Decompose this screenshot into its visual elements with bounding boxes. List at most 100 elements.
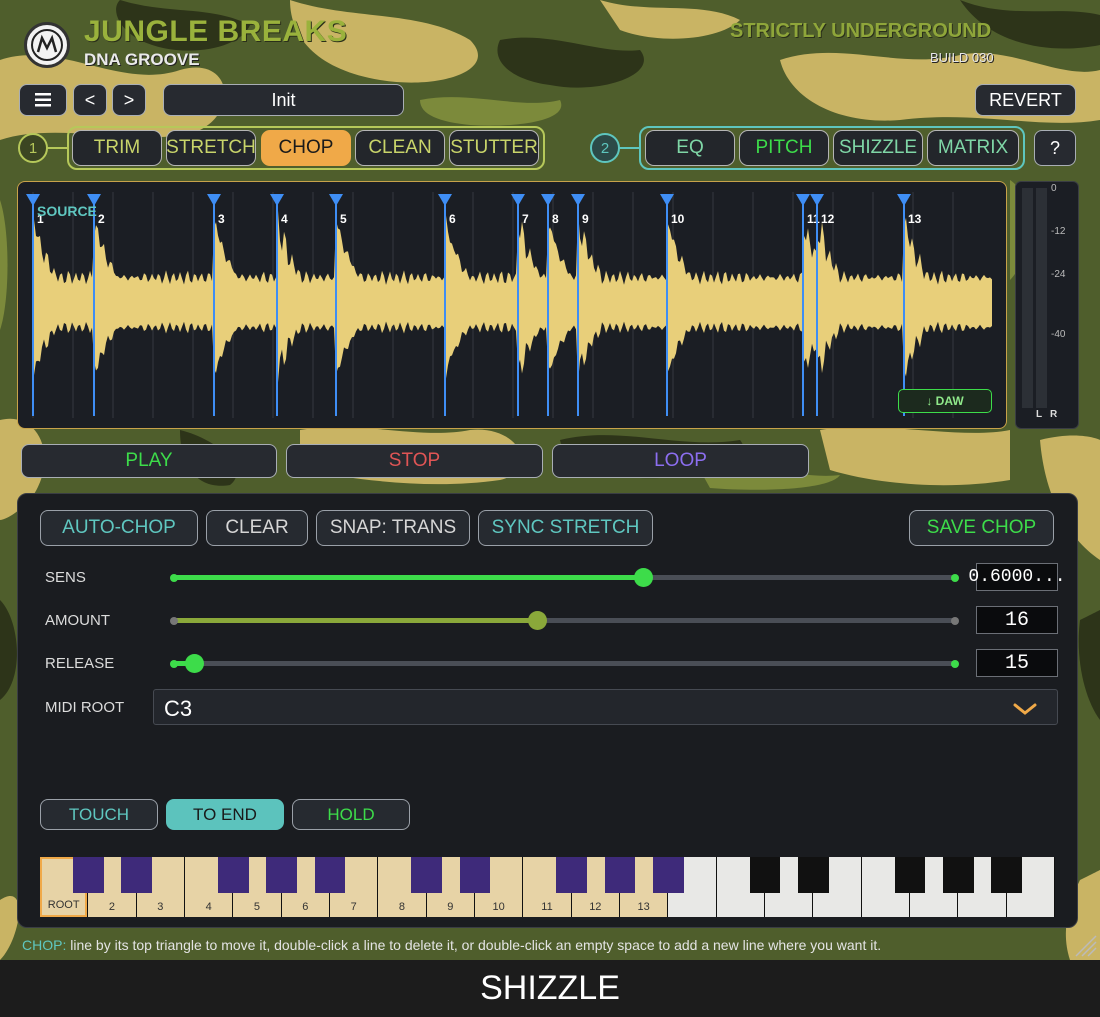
preset-name-field[interactable]: Init bbox=[163, 84, 404, 116]
menu-button[interactable] bbox=[19, 84, 67, 116]
marker-label: 11 bbox=[807, 212, 820, 226]
amount-value[interactable]: 16 bbox=[976, 606, 1058, 634]
mode-hold-button[interactable]: HOLD bbox=[292, 799, 410, 830]
piano-black-key[interactable] bbox=[749, 857, 781, 893]
marker-handle-icon[interactable] bbox=[897, 194, 911, 206]
meter-channel-l: L bbox=[1036, 409, 1043, 420]
tab-shizzle[interactable]: SHIZZLE bbox=[833, 130, 923, 166]
sync-stretch-button[interactable]: SYNC STRETCH bbox=[478, 510, 653, 546]
tab-stutter[interactable]: STUTTER bbox=[449, 130, 539, 166]
auto-chop-button[interactable]: AUTO-CHOP bbox=[40, 510, 198, 546]
piano-black-key[interactable] bbox=[604, 857, 636, 893]
tab-chop[interactable]: CHOP bbox=[261, 130, 351, 166]
marker-handle-icon[interactable] bbox=[329, 194, 343, 206]
marker-label: 5 bbox=[340, 212, 347, 226]
midi-root-select[interactable]: C3 bbox=[153, 689, 1058, 725]
meter-bar-left bbox=[1022, 188, 1033, 408]
snap-button[interactable]: SNAP: TRANS bbox=[316, 510, 470, 546]
play-button[interactable]: PLAY bbox=[21, 444, 277, 478]
marker-handle-icon[interactable] bbox=[207, 194, 221, 206]
meter-tick-40: -40 bbox=[1051, 329, 1066, 340]
amount-slider[interactable] bbox=[170, 611, 959, 630]
daw-drag-button[interactable]: ↓ DAW bbox=[898, 389, 992, 413]
marker-label: 12 bbox=[821, 212, 835, 226]
tab-matrix[interactable]: MATRIX bbox=[927, 130, 1019, 166]
piano-black-key[interactable] bbox=[991, 857, 1023, 893]
sens-knob[interactable] bbox=[633, 568, 653, 587]
stop-button[interactable]: STOP bbox=[286, 444, 543, 478]
marker-handle-icon[interactable] bbox=[660, 194, 674, 206]
marker-handle-icon[interactable] bbox=[438, 194, 452, 206]
piano-black-key[interactable] bbox=[411, 857, 443, 893]
key-label: 13 bbox=[637, 901, 650, 913]
key-label: 12 bbox=[589, 901, 602, 913]
revert-button[interactable]: REVERT bbox=[975, 84, 1076, 116]
piano-black-key[interactable] bbox=[72, 857, 104, 893]
sens-slider[interactable] bbox=[170, 568, 959, 587]
level-meter: 0 -12 -24 -40 L R bbox=[1015, 181, 1079, 429]
resize-grip-icon[interactable] bbox=[1072, 932, 1098, 958]
marker-label: 10 bbox=[671, 212, 685, 226]
save-chop-button[interactable]: SAVE CHOP bbox=[909, 510, 1054, 546]
sens-value[interactable]: 0.6000... bbox=[968, 563, 1066, 591]
prev-preset-button[interactable]: < bbox=[73, 84, 107, 116]
group-1-number: 1 bbox=[18, 133, 48, 163]
release-label: RELEASE bbox=[45, 655, 115, 672]
app-subtitle: DNA GROOVE bbox=[84, 50, 200, 69]
source-label: SOURCE bbox=[37, 203, 97, 219]
piano-black-key[interactable] bbox=[556, 857, 588, 893]
amount-knob[interactable] bbox=[528, 611, 548, 630]
piano-black-key[interactable] bbox=[942, 857, 974, 893]
piano-black-key[interactable] bbox=[797, 857, 829, 893]
tab-pitch[interactable]: PITCH bbox=[739, 130, 829, 166]
sens-label: SENS bbox=[45, 569, 86, 586]
key-label: 2 bbox=[108, 901, 116, 913]
meter-tick-12: -12 bbox=[1051, 226, 1066, 237]
piano-black-key[interactable] bbox=[314, 857, 346, 893]
piano-black-key[interactable] bbox=[217, 857, 249, 893]
marker-label: 4 bbox=[281, 212, 288, 226]
marker-handle-icon[interactable] bbox=[796, 194, 810, 206]
bottom-title: SHIZZLE bbox=[480, 969, 620, 1007]
tab-eq[interactable]: EQ bbox=[645, 130, 735, 166]
meter-tick-24: -24 bbox=[1051, 269, 1066, 280]
mode-touch-button[interactable]: TOUCH bbox=[40, 799, 158, 830]
key-label: 8 bbox=[398, 901, 406, 913]
key-label: ROOT bbox=[47, 899, 80, 911]
tab-trim[interactable]: TRIM bbox=[72, 130, 162, 166]
piano-black-key[interactable] bbox=[652, 857, 684, 893]
tab-stretch[interactable]: STRETCH bbox=[166, 130, 256, 166]
brand-text: STRICTLY UNDERGROUND bbox=[730, 20, 992, 42]
midi-root-value: C3 bbox=[164, 696, 193, 721]
piano-keyboard[interactable]: ROOT 2 3 4 5 6 7 8 9 10 11 12 13 bbox=[40, 857, 1055, 917]
hint-prefix: CHOP: bbox=[22, 937, 67, 953]
marker-handle-icon[interactable] bbox=[810, 194, 824, 206]
build-text: BUILD 030 bbox=[930, 50, 994, 65]
chevron-down-icon bbox=[1013, 703, 1037, 715]
clear-button[interactable]: CLEAR bbox=[206, 510, 308, 546]
piano-black-key[interactable] bbox=[894, 857, 926, 893]
marker-handle-icon[interactable] bbox=[270, 194, 284, 206]
piano-black-key[interactable] bbox=[459, 857, 491, 893]
key-label: 3 bbox=[157, 901, 164, 913]
release-slider[interactable] bbox=[170, 654, 959, 673]
piano-black-key[interactable] bbox=[121, 857, 153, 893]
waveform-shape bbox=[32, 209, 992, 384]
next-preset-button[interactable]: > bbox=[112, 84, 146, 116]
mode-to-end-button[interactable]: TO END bbox=[166, 799, 284, 830]
tab-clean[interactable]: CLEAN bbox=[355, 130, 445, 166]
amount-fill bbox=[173, 618, 538, 623]
loop-button[interactable]: LOOP bbox=[552, 444, 809, 478]
help-button[interactable]: ? bbox=[1034, 130, 1076, 166]
key-label: 11 bbox=[541, 901, 553, 913]
amount-label: AMOUNT bbox=[45, 612, 110, 629]
marker-handle-icon[interactable] bbox=[571, 194, 585, 206]
waveform-display[interactable]: 1 2 3 4 5 6 7 8 9 10 11 12 13 bbox=[18, 182, 1006, 428]
piano-black-key[interactable] bbox=[266, 857, 298, 893]
release-knob[interactable] bbox=[185, 654, 205, 673]
marker-label: 7 bbox=[522, 212, 529, 226]
waveform-panel[interactable]: 1 2 3 4 5 6 7 8 9 10 11 12 13 SOURCE ↓ DAW bbox=[17, 181, 1007, 429]
marker-label: 8 bbox=[552, 212, 559, 226]
release-value[interactable]: 15 bbox=[976, 649, 1058, 677]
key-label: 9 bbox=[447, 901, 454, 913]
